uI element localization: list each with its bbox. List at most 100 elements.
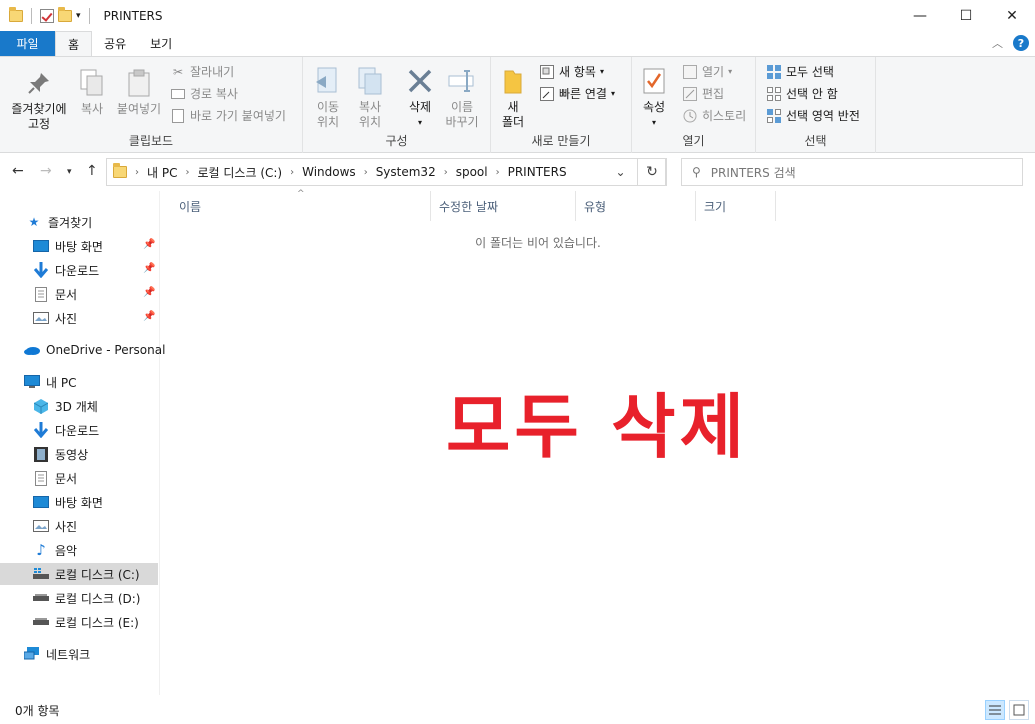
help-icon[interactable]: ?: [1013, 35, 1029, 51]
rename-label: 이름 바꾸기: [445, 100, 479, 129]
column-header-type[interactable]: 유형: [576, 191, 696, 221]
pin-label: 즐겨찾기에 고정: [11, 102, 67, 131]
delete-dropdown-icon[interactable]: ▾: [418, 115, 422, 130]
ribbon-tabs: 파일 홈 공유 보기 ︿ ?: [0, 31, 1035, 56]
edit-button[interactable]: 편집: [682, 85, 724, 102]
recent-locations-icon[interactable]: ▾: [67, 167, 72, 177]
breadcrumb-printers[interactable]: PRINTERS: [508, 165, 567, 179]
minimize-button[interactable]: —: [897, 0, 943, 31]
nav-pictures-pinned[interactable]: 사진 📌: [0, 307, 158, 329]
file-list[interactable]: ^ 이름 수정한 날짜 유형 크기 이 폴더는 비어 있습니다. 모두 삭제: [161, 189, 1035, 695]
nav-3d-objects[interactable]: 3D 개체: [0, 395, 158, 417]
tab-file[interactable]: 파일: [0, 31, 55, 56]
up-arrow-icon[interactable]: ↑: [86, 163, 98, 179]
quick-access-toolbar: ▾: [0, 6, 94, 24]
copy-path-label: 경로 복사: [190, 87, 238, 101]
nav-local-disk-d[interactable]: 로컬 디스크 (D:): [0, 587, 158, 609]
invert-selection-button[interactable]: 선택 영역 반전: [766, 107, 860, 124]
address-dropdown-icon[interactable]: ⌄: [605, 159, 635, 185]
nav-this-pc[interactable]: 내 PC: [0, 371, 158, 393]
chevron-right-icon[interactable]: ›: [185, 167, 189, 178]
chevron-right-icon[interactable]: ›: [290, 167, 294, 178]
copy-path-button[interactable]: 경로 복사: [170, 85, 238, 102]
nav-downloads-pinned[interactable]: 다운로드 📌: [0, 259, 158, 281]
nav-local-disk-c[interactable]: 로컬 디스크 (C:): [0, 563, 158, 585]
properties-icon[interactable]: [40, 8, 54, 23]
search-input[interactable]: ⚲ PRINTERS 검색: [681, 158, 1023, 186]
pin-to-quick-access-button[interactable]: 즐겨찾기에 고정: [6, 67, 72, 132]
pin-icon[interactable]: 📌: [143, 263, 155, 274]
properties-icon: [638, 65, 670, 97]
pin-icon[interactable]: 📌: [143, 287, 155, 298]
breadcrumb-windows[interactable]: Windows: [302, 165, 356, 179]
nav-videos[interactable]: 동영상: [0, 443, 158, 465]
paste-button[interactable]: 붙여넣기: [114, 67, 164, 117]
nav-documents[interactable]: 문서: [0, 467, 158, 489]
refresh-icon[interactable]: ↻: [637, 158, 667, 186]
column-header-name[interactable]: 이름: [171, 191, 431, 221]
select-all-button[interactable]: 모두 선택: [766, 63, 834, 80]
copy-path-icon: [170, 86, 186, 102]
copy-button[interactable]: 복사: [75, 67, 109, 117]
tab-home[interactable]: 홈: [55, 31, 93, 56]
nav-documents-pinned[interactable]: 문서 📌: [0, 283, 158, 305]
delete-icon: [404, 65, 436, 97]
forward-arrow-icon[interactable]: →: [40, 163, 52, 179]
move-to-button[interactable]: 이동 위치: [309, 65, 347, 130]
new-folder-button[interactable]: 새 폴더: [497, 65, 529, 130]
column-header-size[interactable]: 크기: [696, 191, 776, 221]
item-count: 0개 항목: [15, 704, 60, 718]
new-folder-icon[interactable]: [58, 6, 72, 22]
chevron-right-icon[interactable]: ›: [444, 167, 448, 178]
nav-desktop[interactable]: 바탕 화면: [0, 491, 158, 513]
customize-toolbar-icon[interactable]: ▾: [76, 11, 81, 21]
delete-button[interactable]: 삭제 ▾: [401, 65, 439, 130]
breadcrumb-system32[interactable]: System32: [376, 165, 436, 179]
back-arrow-icon[interactable]: ←: [12, 163, 24, 179]
address-bar[interactable]: › 내 PC › 로컬 디스크 (C:) › Windows › System3…: [106, 158, 666, 186]
select-none-button[interactable]: 선택 안 함: [766, 85, 838, 102]
breadcrumb-local-disk[interactable]: 로컬 디스크 (C:): [197, 164, 282, 181]
document-icon: [33, 470, 49, 486]
breadcrumb-this-pc[interactable]: 내 PC: [147, 164, 177, 181]
collapse-ribbon-icon[interactable]: ︿: [992, 35, 1003, 51]
pictures-icon: [33, 310, 49, 326]
details-view-icon[interactable]: [985, 700, 1005, 720]
close-button[interactable]: ✕: [989, 0, 1035, 31]
tab-view[interactable]: 보기: [138, 31, 184, 56]
new-item-button[interactable]: 새 항목 ▾: [539, 63, 604, 80]
chevron-right-icon[interactable]: ›: [364, 167, 368, 178]
properties-button[interactable]: 속성 ▾: [638, 65, 670, 130]
nav-label: 다운로드: [55, 263, 100, 278]
properties-dropdown-icon[interactable]: ▾: [652, 115, 656, 130]
organize-group: 이동 위치 복사 위치 삭제 ▾ 이름 바꾸기 구성: [303, 57, 491, 153]
nav-quick-access[interactable]: ★ 즐겨찾기: [0, 211, 158, 233]
pin-icon[interactable]: 📌: [143, 311, 155, 322]
large-icons-view-icon[interactable]: [1009, 700, 1029, 720]
rename-button[interactable]: 이름 바꾸기: [441, 65, 483, 130]
open-button[interactable]: 열기 ▾: [682, 63, 732, 80]
nav-network[interactable]: 네트워크: [0, 643, 158, 665]
new-group: 새 폴더 새 항목 ▾ 빠른 연결 ▾ 새로 만들기: [491, 57, 632, 153]
tab-share[interactable]: 공유: [92, 31, 138, 56]
paste-shortcut-button[interactable]: 바로 가기 붙여넣기: [170, 107, 286, 124]
chevron-right-icon[interactable]: ›: [135, 167, 139, 178]
maximize-button[interactable]: ☐: [943, 0, 989, 31]
column-header-date-modified[interactable]: 수정한 날짜: [431, 191, 576, 221]
new-item-dropdown-icon: ▾: [599, 67, 604, 76]
nav-pictures[interactable]: 사진: [0, 515, 158, 537]
new-item-label: 새 항목: [559, 65, 596, 79]
history-button[interactable]: 히스토리: [682, 107, 746, 124]
breadcrumb-spool[interactable]: spool: [456, 165, 488, 179]
cut-button[interactable]: ✂ 잘라내기: [170, 63, 234, 80]
chevron-right-icon[interactable]: ›: [496, 167, 500, 178]
nav-onedrive[interactable]: OneDrive - Personal: [0, 339, 165, 361]
open-dropdown-icon: ▾: [728, 67, 733, 76]
nav-local-disk-e[interactable]: 로컬 디스크 (E:): [0, 611, 158, 633]
nav-music[interactable]: ♪ 음악: [0, 539, 158, 561]
cut-label: 잘라내기: [190, 65, 235, 79]
easy-access-button[interactable]: 빠른 연결 ▾: [539, 85, 615, 102]
copy-to-button[interactable]: 복사 위치: [351, 65, 389, 130]
nav-downloads[interactable]: 다운로드: [0, 419, 158, 441]
windows-drive-icon: [33, 566, 49, 582]
